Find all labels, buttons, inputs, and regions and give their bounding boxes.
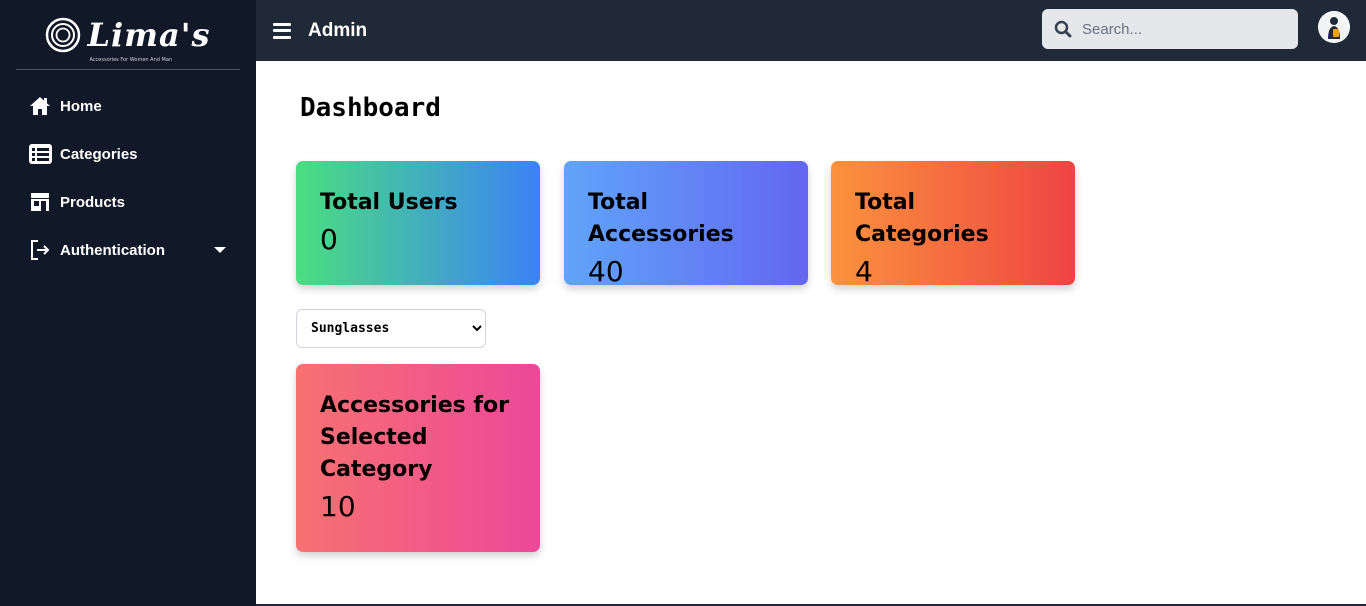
brand-logo[interactable]: Lima's Accessories For Women And Man	[0, 0, 256, 70]
avatar[interactable]	[1318, 11, 1350, 43]
sidebar-item-label: Home	[60, 97, 102, 115]
total-users-card: Total Users 0	[296, 161, 540, 285]
sign-out-icon	[28, 238, 52, 262]
search-box	[1042, 9, 1298, 49]
card-value: 40	[588, 255, 624, 288]
menu-toggle-icon[interactable]	[273, 22, 291, 39]
sidebar-item-authentication[interactable]: Authentication	[0, 226, 256, 274]
sidebar-item-categories[interactable]: Categories	[0, 130, 256, 178]
search-icon	[1054, 20, 1072, 38]
card-title: Total Accessories	[588, 190, 734, 247]
selected-category-card: Accessories for Selected Category 10	[296, 364, 540, 552]
sidebar: Lima's Accessories For Women And Man Hom…	[0, 0, 256, 606]
sidebar-item-home[interactable]: Home	[0, 82, 256, 130]
logo-rings-icon	[46, 17, 81, 53]
card-title: Accessories for Selected Category	[320, 393, 509, 482]
card-title: Total Categories	[855, 190, 989, 247]
chevron-down-icon[interactable]	[214, 247, 226, 253]
search-input[interactable]	[1082, 20, 1282, 38]
card-value: 4	[855, 255, 873, 288]
total-accessories-card: Total Accessories 40	[564, 161, 808, 288]
list-icon	[28, 142, 52, 166]
card-value: 0	[320, 223, 338, 256]
page-title: Dashboard	[300, 93, 441, 123]
category-select[interactable]: Sunglasses	[296, 309, 486, 348]
card-value: 10	[320, 490, 356, 523]
total-categories-card: Total Categories 4	[831, 161, 1075, 288]
brand-divider	[16, 69, 240, 70]
topbar-title: Admin	[308, 19, 368, 41]
sidebar-item-label: Authentication	[60, 241, 165, 259]
sidebar-item-label: Categories	[60, 145, 138, 163]
sidebar-nav: Home Categories Products Authentication	[0, 82, 256, 274]
sidebar-item-label: Products	[60, 193, 126, 211]
brand-tagline: Accessories For Women And Man	[89, 57, 173, 63]
home-icon	[28, 94, 52, 118]
store-icon	[28, 190, 52, 214]
user-avatar-icon	[1318, 11, 1350, 43]
main-content: Dashboard Total Users 0 Total Accessorie…	[256, 61, 1366, 604]
topbar: Admin	[256, 0, 1366, 61]
card-title: Total Users	[320, 190, 458, 215]
sidebar-item-products[interactable]: Products	[0, 178, 256, 226]
brand-name: Lima's	[87, 16, 211, 54]
